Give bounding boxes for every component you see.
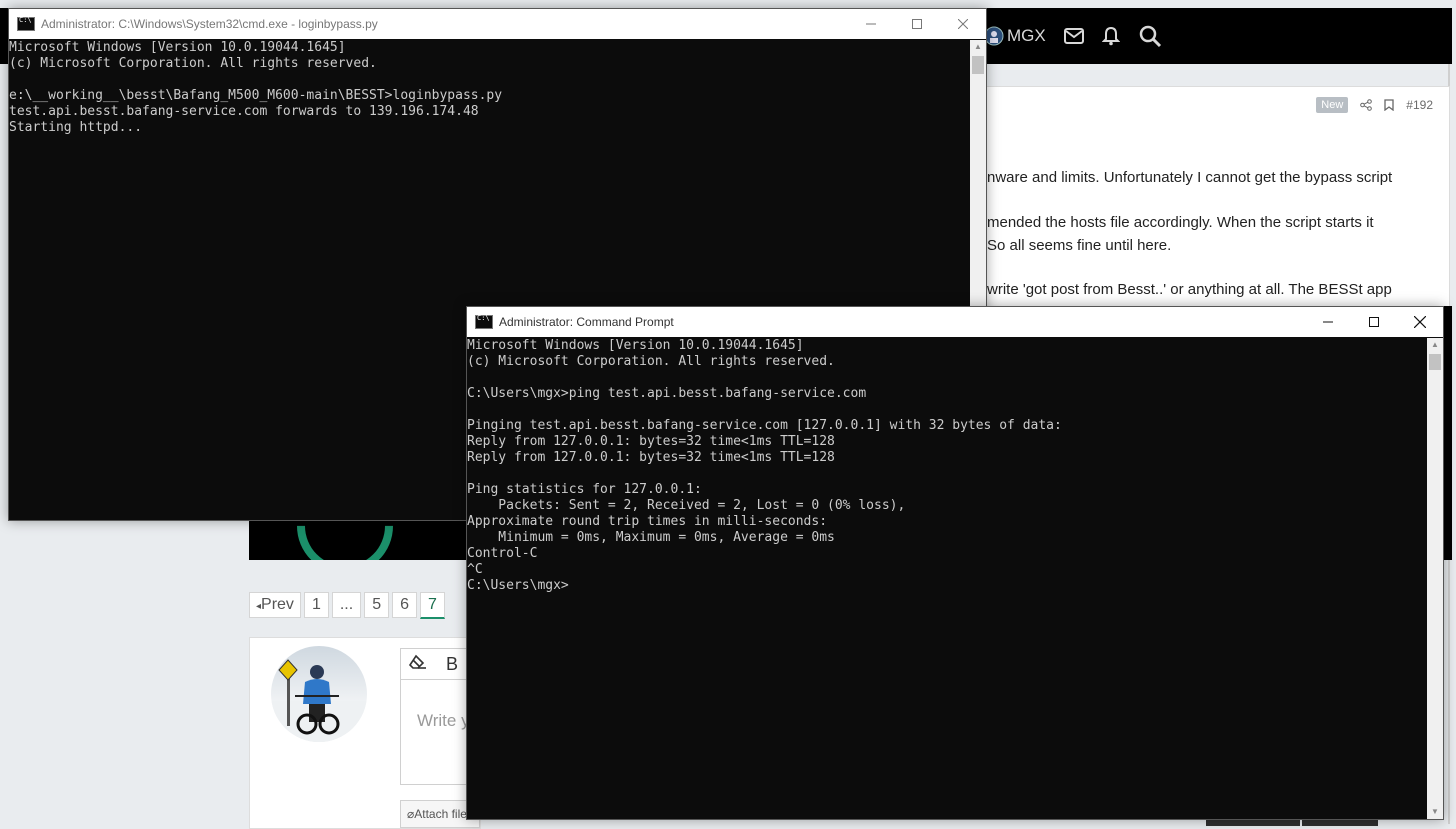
- user-menu: MGX: [984, 8, 1180, 64]
- console-line: (c) Microsoft Corporation. All rights re…: [467, 354, 835, 369]
- scroll-up-icon[interactable]: ▲: [1427, 338, 1443, 352]
- minimize-icon: [1323, 321, 1333, 323]
- console-line: Starting httpd...: [9, 120, 143, 135]
- close-icon: [958, 19, 968, 29]
- avatar-icon: [984, 26, 1004, 46]
- close-icon: [1414, 316, 1426, 328]
- close-button[interactable]: [1397, 307, 1443, 337]
- new-badge: New: [1316, 97, 1349, 113]
- console-line: Approximate round trip times in milli-se…: [467, 514, 828, 529]
- maximize-button[interactable]: [1351, 307, 1397, 337]
- scroll-thumb[interactable]: [1429, 354, 1441, 370]
- bell-icon: [1101, 26, 1120, 46]
- search-icon: [1138, 24, 1162, 48]
- maximize-button[interactable]: [894, 9, 940, 39]
- console-line: C:\Users\mgx>: [467, 578, 569, 593]
- page-side-strip: [1444, 306, 1452, 560]
- minimize-button[interactable]: [848, 9, 894, 39]
- attach-label: Attach files: [414, 807, 473, 821]
- scroll-thumb[interactable]: [972, 56, 984, 74]
- console-line: Microsoft Windows [Version 10.0.19044.16…: [9, 40, 346, 55]
- cmd-icon: [17, 16, 35, 31]
- post-text-line: write 'got post from Besst..' or anythin…: [987, 281, 1392, 298]
- username: MGX: [1007, 26, 1046, 45]
- console-line: e:\__working__\besst\Bafang_M500_M600-ma…: [9, 88, 503, 103]
- inbox-button[interactable]: [1063, 28, 1084, 44]
- maximize-icon: [1369, 317, 1379, 327]
- alerts-button[interactable]: [1101, 26, 1120, 46]
- console-line: Pinging test.api.besst.bafang-service.co…: [467, 418, 1062, 433]
- window-controls: [848, 9, 986, 39]
- vertical-scrollbar[interactable]: ▲ ▼: [1427, 338, 1443, 819]
- console-line: test.api.besst.bafang-service.com forwar…: [9, 104, 479, 119]
- maximize-icon: [912, 19, 922, 29]
- console-line: C:\Users\mgx>ping test.api.besst.bafang-…: [467, 386, 867, 401]
- page-ellipsis[interactable]: ...: [331, 592, 362, 618]
- embedded-video[interactable]: [249, 518, 469, 560]
- minimize-icon: [866, 23, 876, 25]
- console-line: Reply from 127.0.0.1: bytes=32 time<1ms …: [467, 450, 835, 465]
- search-button[interactable]: [1138, 24, 1162, 48]
- quick-reply: B Write y ⌀Attach files: [249, 637, 482, 829]
- window-title: Administrator: C:\Windows\System32\cmd.e…: [41, 17, 378, 31]
- console-line: Ping statistics for 127.0.0.1:: [467, 482, 702, 497]
- post-text-line: So all seems fine until here.: [987, 237, 1172, 254]
- post-number[interactable]: #192: [1406, 98, 1433, 112]
- page-link[interactable]: 1: [303, 592, 329, 618]
- reply-placeholder: Write y: [417, 711, 470, 730]
- window-controls: [1305, 307, 1443, 337]
- console-line: Reply from 127.0.0.1: bytes=32 time<1ms …: [467, 434, 835, 449]
- eraser-icon[interactable]: [401, 654, 435, 675]
- console-output[interactable]: Microsoft Windows [Version 10.0.19044.16…: [467, 338, 1062, 594]
- video-logo: [277, 518, 413, 560]
- minimize-button[interactable]: [1305, 307, 1351, 337]
- console-line: Microsoft Windows [Version 10.0.19044.16…: [467, 338, 804, 353]
- post-text-line: mended the hosts file accordingly. When …: [987, 214, 1374, 231]
- close-button[interactable]: [940, 9, 986, 39]
- console-line: Packets: Sent = 2, Received = 2, Lost = …: [467, 498, 906, 513]
- console-line: Control-C: [467, 546, 538, 561]
- forum-post: New #192 nware and limits. Unfortunately…: [960, 86, 1450, 308]
- share-icon[interactable]: [1360, 99, 1373, 111]
- bookmark-icon[interactable]: [1384, 99, 1394, 111]
- console-line: Minimum = 0ms, Maximum = 0ms, Average = …: [467, 530, 835, 545]
- mail-icon: [1063, 28, 1084, 44]
- account-link[interactable]: MGX: [984, 26, 1046, 46]
- user-avatar: [271, 646, 367, 742]
- post-text-line: nware and limits. Unfortunately I cannot…: [987, 169, 1393, 186]
- cmd-window-prompt[interactable]: Administrator: Command Prompt Microsoft …: [466, 306, 1444, 820]
- scroll-down-icon[interactable]: ▼: [1427, 805, 1443, 819]
- scroll-up-icon[interactable]: ▲: [970, 40, 986, 54]
- prev-page-button[interactable]: ◂Prev: [249, 592, 301, 618]
- console-line: ^C: [467, 562, 483, 577]
- page-link[interactable]: 6: [392, 592, 417, 618]
- window-titlebar[interactable]: Administrator: Command Prompt: [467, 307, 1443, 337]
- console-line: (c) Microsoft Corporation. All rights re…: [9, 56, 377, 71]
- window-titlebar[interactable]: Administrator: C:\Windows\System32\cmd.e…: [9, 9, 986, 39]
- cmd-icon: [475, 314, 493, 329]
- prev-label: Prev: [261, 596, 294, 613]
- page-link-current[interactable]: 7: [420, 592, 445, 619]
- post-meta: New #192: [1316, 97, 1433, 113]
- bold-button[interactable]: B: [435, 654, 469, 675]
- page-link[interactable]: 5: [364, 592, 390, 618]
- pagination: ◂Prev 1 ... 5 6 7: [249, 592, 448, 619]
- console-output[interactable]: Microsoft Windows [Version 10.0.19044.16…: [9, 40, 502, 136]
- window-title: Administrator: Command Prompt: [499, 315, 674, 329]
